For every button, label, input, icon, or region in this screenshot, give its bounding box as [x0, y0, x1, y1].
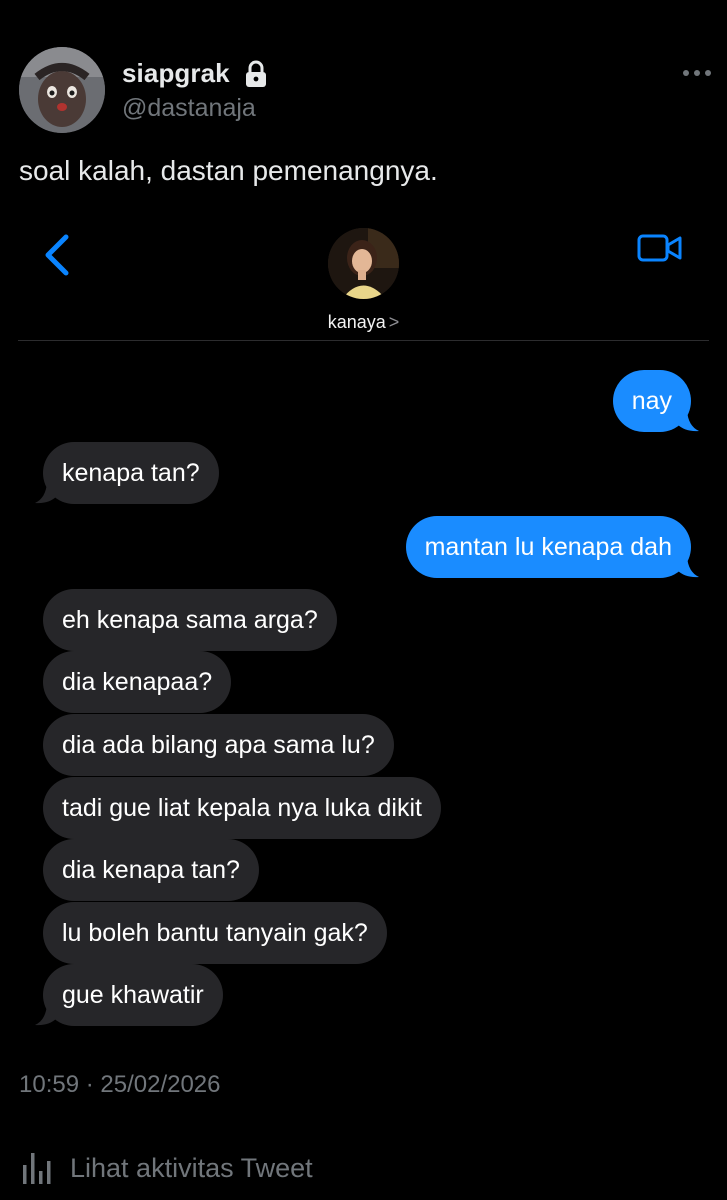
lock-icon — [246, 60, 266, 87]
more-horizontal-icon[interactable] — [682, 66, 712, 80]
incoming-message[interactable]: dia kenapa tan? — [43, 839, 259, 901]
incoming-message[interactable]: gue khawatir — [43, 964, 223, 1026]
view-tweet-activity-link[interactable]: Lihat aktivitas Tweet — [70, 1153, 313, 1184]
incoming-message[interactable]: kenapa tan? — [43, 442, 219, 504]
incoming-message[interactable]: dia kenapaa? — [43, 651, 232, 713]
bar-chart-icon[interactable] — [22, 1151, 54, 1185]
chevron-left-icon[interactable] — [42, 233, 72, 277]
user-handle[interactable]: @dastanaja — [122, 94, 256, 123]
contact-avatar[interactable] — [328, 228, 399, 299]
avatar-image — [19, 47, 105, 133]
outgoing-message[interactable]: mantan lu kenapa dah — [405, 516, 691, 578]
incoming-message[interactable]: tadi gue liat kepala nya luka dikit — [43, 777, 441, 839]
bubble-tail — [35, 1004, 57, 1026]
incoming-message[interactable]: lu boleh bantu tanyain gak? — [43, 902, 387, 964]
tweet-timestamp[interactable]: 10:59 · 25/02/2026 — [19, 1071, 221, 1099]
video-camera-icon[interactable] — [637, 233, 683, 263]
header-divider — [18, 340, 709, 341]
contact-name-row[interactable]: kanaya > — [0, 312, 727, 333]
display-name[interactable]: siapgrak — [122, 58, 230, 89]
tweet-page: siapgrak @dastanaja soal kalah, dastan p… — [0, 0, 727, 1200]
contact-avatar-image — [328, 228, 399, 299]
chevron-right-icon: > — [388, 312, 400, 332]
contact-name[interactable]: kanaya — [328, 312, 386, 332]
tweet-text: soal kalah, dastan pemenangnya. — [19, 155, 438, 186]
incoming-message[interactable]: eh kenapa sama arga? — [43, 589, 337, 651]
bubble-tail — [677, 556, 699, 578]
bubble-tail — [677, 410, 699, 432]
incoming-message[interactable]: dia ada bilang apa sama lu? — [43, 714, 394, 776]
bubble-tail — [35, 482, 57, 504]
user-avatar[interactable] — [19, 47, 105, 133]
